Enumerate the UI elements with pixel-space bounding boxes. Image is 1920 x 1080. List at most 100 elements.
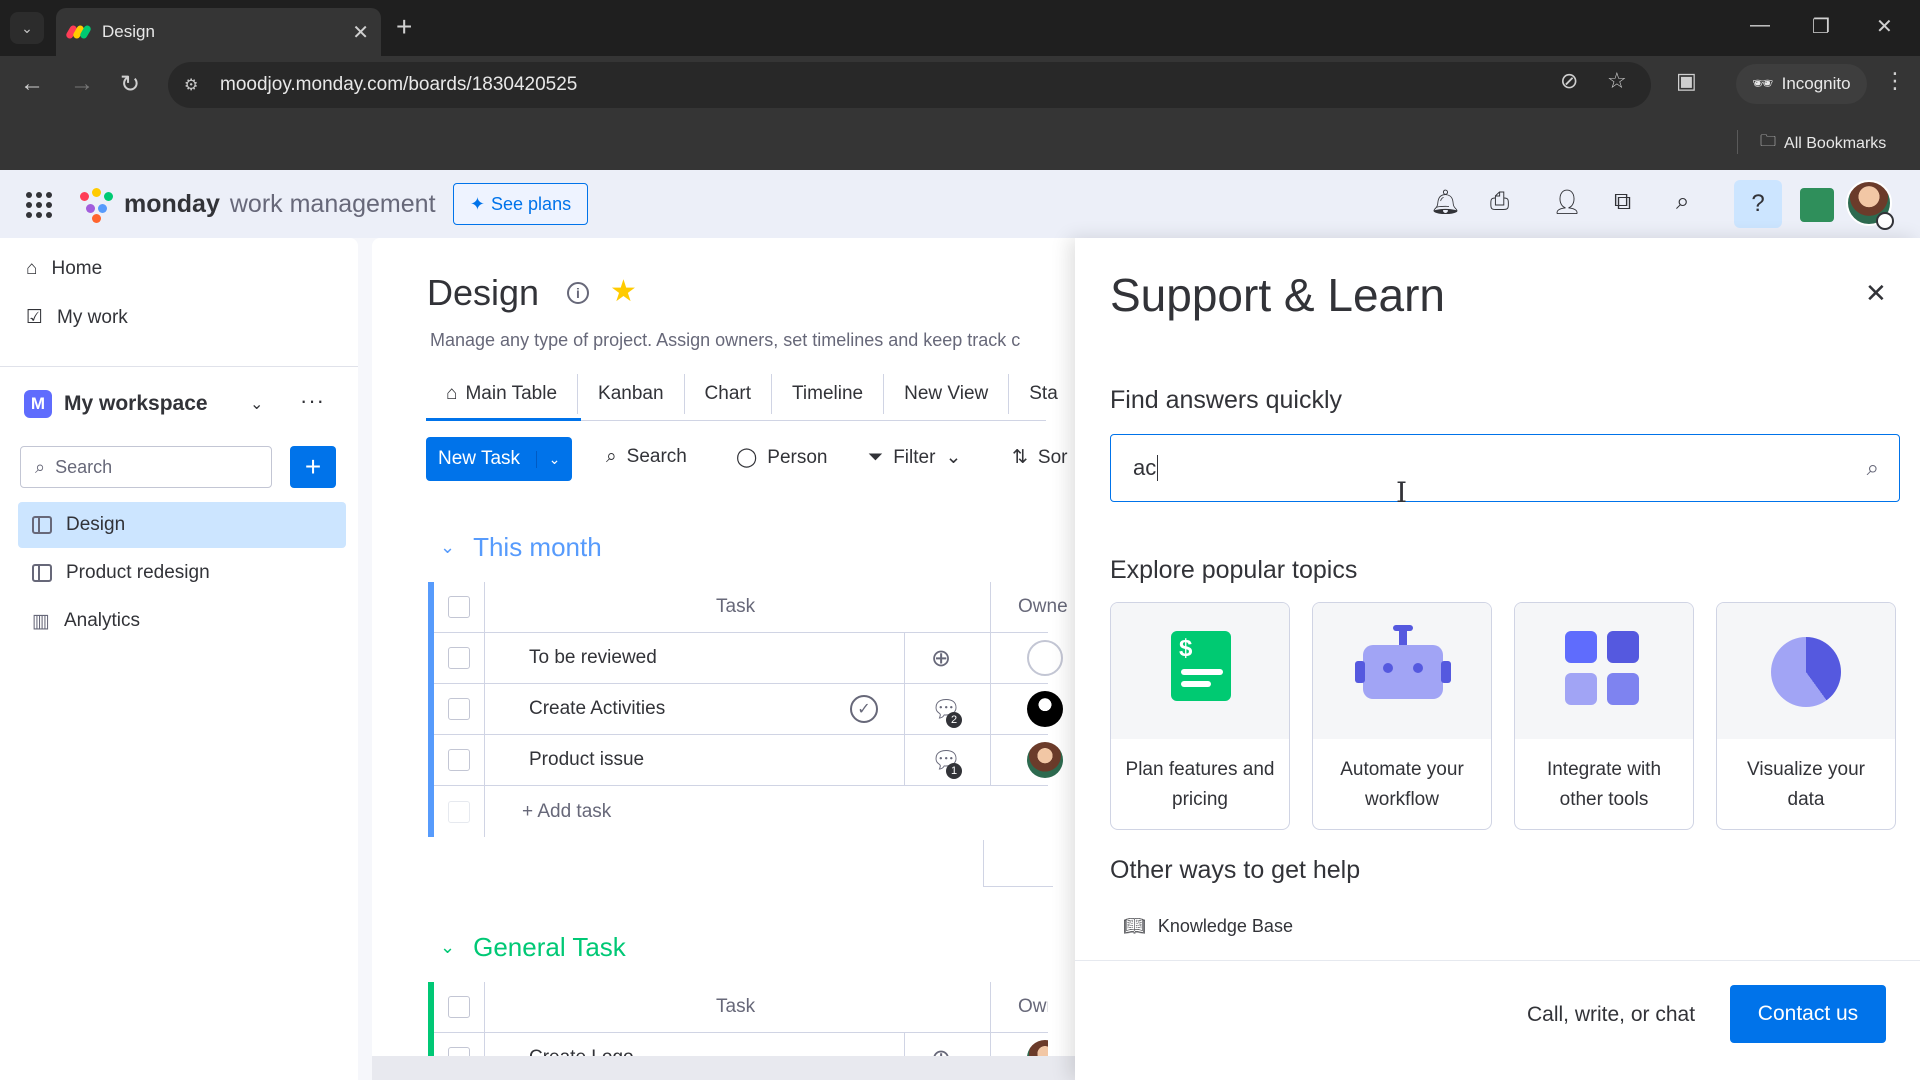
owner-avatar[interactable] [1027, 742, 1063, 778]
summary-divider [983, 886, 1053, 887]
avatar-status-badge [1876, 212, 1894, 230]
topic-card-visualize[interactable]: Visualize your data [1716, 602, 1896, 830]
sidebar-item-home[interactable]: ⌂ Home [26, 258, 102, 280]
add-update-icon[interactable]: ⊕ [931, 1044, 951, 1057]
add-task-input[interactable]: + Add task [522, 801, 611, 823]
close-tab-icon[interactable]: ✕ [352, 20, 369, 45]
owner-avatar[interactable] [1027, 1040, 1048, 1056]
chevron-down-icon[interactable]: ⌄ [440, 537, 455, 558]
row-checkbox[interactable] [448, 698, 470, 720]
board-search-button[interactable]: ⌕ Search [606, 446, 687, 468]
help-search-input[interactable]: ac ⌕ [1110, 434, 1900, 502]
bookmark-star-icon[interactable]: ☆ [1607, 68, 1627, 94]
incognito-indicator[interactable]: 🕶 Incognito [1736, 64, 1867, 104]
help-icon[interactable]: ? [1734, 180, 1782, 228]
tab-timeline[interactable]: Timeline [772, 374, 885, 414]
chevron-down-icon[interactable]: ⌄ [440, 937, 455, 958]
knowledge-base-link[interactable]: 📖︎ Knowledge Base [1123, 916, 1293, 937]
row-checkbox[interactable] [448, 749, 470, 771]
person-label: Person [767, 446, 828, 468]
group-header-general-task[interactable]: ⌄ General Task [440, 932, 626, 963]
browser-menu-icon[interactable]: ⋮ [1884, 68, 1906, 94]
all-bookmarks-button[interactable]: 🗀 All Bookmarks [1760, 130, 1886, 157]
tab-new-view[interactable]: New View [884, 374, 1010, 414]
group-header-this-month[interactable]: ⌄ This month [440, 532, 602, 563]
sidebar-item-analytics[interactable]: ▥ Analytics [18, 598, 346, 644]
topic-card-pricing[interactable]: $ Plan features and pricing [1110, 602, 1290, 830]
site-settings-icon[interactable]: ⚙ [184, 75, 198, 95]
see-plans-button[interactable]: ✦ See plans [453, 183, 588, 225]
sidebar-item-product-redesign[interactable]: Product redesign [18, 550, 346, 596]
check-circle-icon[interactable]: ✓ [850, 695, 878, 723]
close-icon[interactable]: ✕ [1865, 278, 1887, 309]
task-name[interactable]: To be reviewed [529, 647, 657, 669]
sparkle-icon: ✦ [469, 193, 486, 214]
sidebar-search-input[interactable]: ⌕ Search [20, 446, 272, 488]
restore-icon[interactable]: ❐ [1812, 14, 1830, 39]
table-row[interactable]: To be reviewed ⊕ [434, 633, 1063, 684]
incognito-icon: 🕶 [1752, 74, 1774, 93]
topic-card-automation[interactable]: Automate your workflow [1312, 602, 1492, 830]
address-bar[interactable]: ⚙ moodjoy.monday.com/boards/1830420525 [168, 62, 1651, 108]
person-filter-button[interactable]: ◯ Person [736, 446, 827, 469]
bell-icon[interactable]: 🔔︎ [1430, 188, 1460, 217]
tab-main-table[interactable]: ⌂ Main Table [426, 374, 579, 414]
marketplace-app-icon[interactable] [1800, 188, 1834, 222]
apps-icon[interactable]: ⧉ [1614, 188, 1631, 216]
new-task-button[interactable]: New Task ⌄ [426, 437, 572, 481]
empty-owner-icon[interactable] [1027, 640, 1063, 676]
search-icon[interactable]: ⌕ [1867, 455, 1879, 481]
more-options-icon[interactable]: ··· [300, 388, 325, 414]
chevron-down-icon[interactable]: ⌄ [945, 446, 961, 469]
task-name[interactable]: Product issue [529, 749, 644, 771]
contact-us-button[interactable]: Contact us [1730, 985, 1886, 1043]
back-icon[interactable]: ← [20, 70, 44, 98]
column-header-owner: Owne [1018, 996, 1048, 1017]
new-tab-button[interactable]: + [396, 12, 412, 42]
app-top-bar: monday work management ✦ See plans 🔔︎ ⎙ … [0, 170, 1920, 238]
browser-tabstrip: ⌄ Design ✕ + — ❐ ✕ [0, 0, 1920, 56]
monday-logo[interactable]: monday work management [78, 188, 436, 223]
browser-tab[interactable]: Design ✕ [56, 8, 381, 56]
workspace-selector[interactable]: M My workspace [24, 390, 208, 418]
owner-avatar[interactable] [1027, 691, 1063, 727]
table-row[interactable]: Create Activities ✓ 💬︎ 2 [434, 684, 1063, 735]
tab-status[interactable]: Sta [1009, 374, 1078, 414]
filter-button[interactable]: ⏷ Filter ⌄ [868, 446, 961, 469]
sort-button[interactable]: ⇅ Sor [1012, 446, 1068, 469]
inbox-icon[interactable]: ⎙ [1490, 188, 1509, 216]
tab-kanban[interactable]: Kanban [578, 374, 685, 414]
row-checkbox[interactable] [448, 647, 470, 669]
topic-card-integrations[interactable]: Integrate with other tools [1514, 602, 1694, 830]
minimize-icon[interactable]: — [1750, 14, 1770, 37]
task-name[interactable]: Create Activities [529, 698, 665, 720]
table-row[interactable]: Create Logo ⊕ [434, 1033, 1048, 1056]
invite-icon[interactable]: 👤︎ [1552, 188, 1582, 217]
topic-label: Integrate with other tools [1546, 759, 1662, 810]
search-icon[interactable]: ⌕ [1676, 188, 1689, 216]
add-update-icon[interactable]: ⊕ [931, 644, 951, 673]
sidebar-item-my-work[interactable]: ☑ My work [26, 306, 128, 329]
row-checkbox[interactable] [448, 1047, 470, 1056]
add-task-row[interactable]: + Add task [434, 786, 1048, 837]
chevron-down-icon[interactable]: ⌄ [250, 394, 263, 414]
table-row[interactable]: Product issue 💬︎ 1 [434, 735, 1063, 786]
task-name[interactable]: Create Logo [529, 1047, 634, 1056]
tab-chart[interactable]: Chart [685, 374, 773, 414]
favorite-star-icon[interactable]: ★ [610, 274, 637, 309]
app-switcher-icon[interactable] [26, 192, 52, 218]
chevron-down-icon[interactable]: ⌄ [536, 450, 572, 468]
info-icon[interactable]: i [567, 282, 589, 304]
reload-icon[interactable]: ↻ [120, 70, 140, 99]
sidebar-item-design[interactable]: Design [18, 502, 346, 548]
forward-icon[interactable]: → [70, 70, 94, 98]
add-board-button[interactable]: + [290, 446, 336, 488]
select-all-checkbox[interactable] [448, 596, 470, 618]
folder-icon: 🗀 [1760, 133, 1777, 150]
column-header-task: Task [716, 996, 756, 1017]
side-panel-icon[interactable]: ▣ [1676, 68, 1697, 94]
eye-off-icon[interactable]: ⊘ [1560, 68, 1578, 94]
select-all-checkbox[interactable] [448, 996, 470, 1018]
tab-search-button[interactable]: ⌄ [10, 12, 44, 44]
close-window-icon[interactable]: ✕ [1876, 14, 1893, 39]
